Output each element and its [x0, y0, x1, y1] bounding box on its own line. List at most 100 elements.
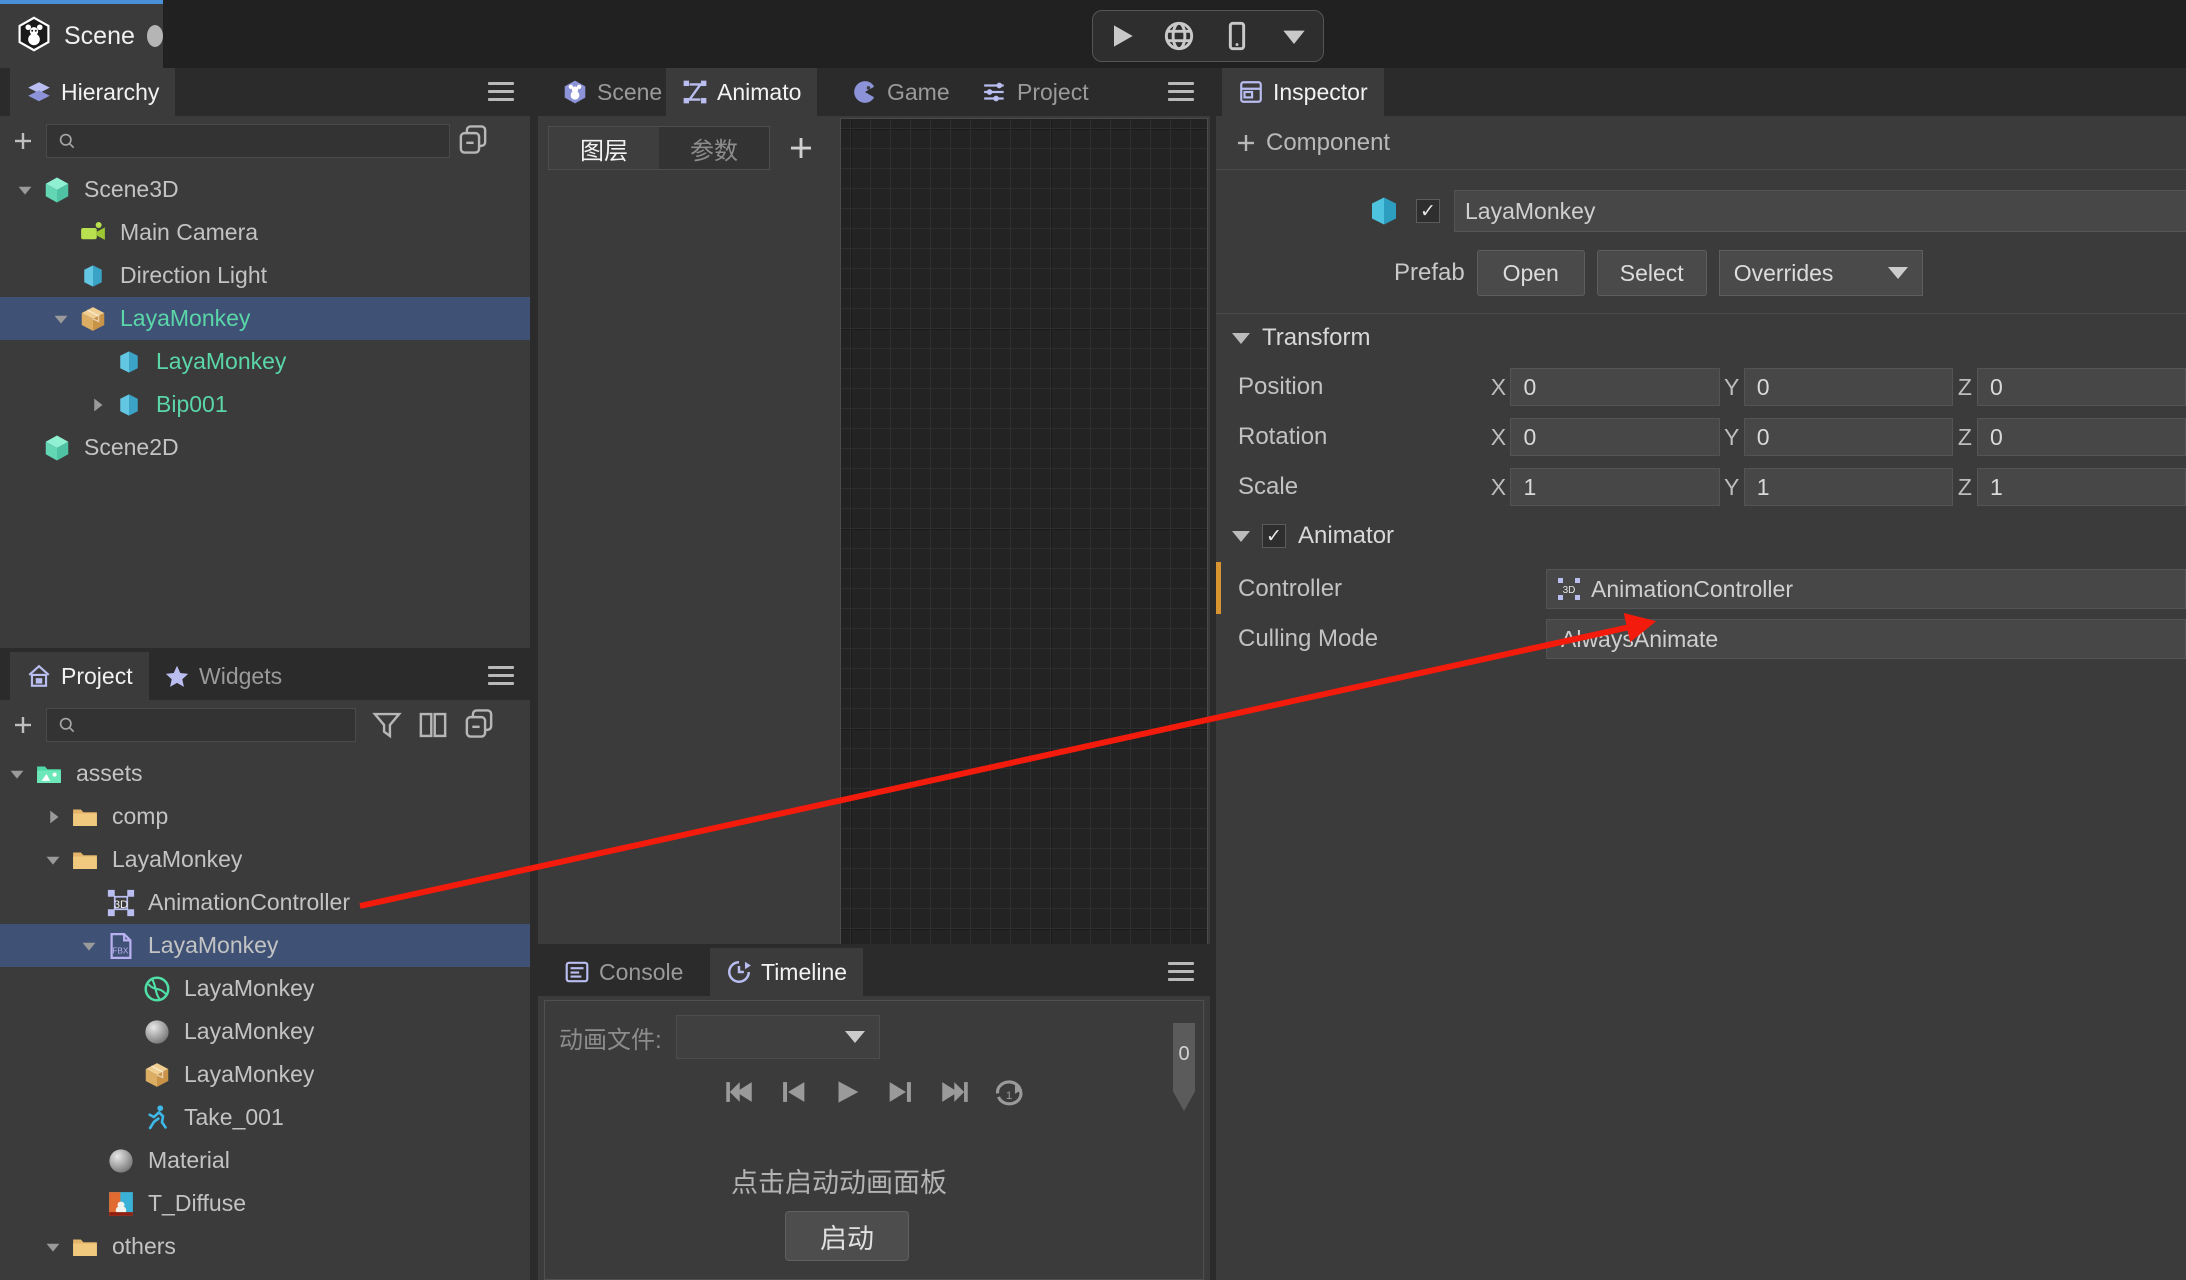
- project-add-button[interactable]: [0, 713, 46, 737]
- position-y-input[interactable]: 0: [1743, 368, 1953, 406]
- divider-center-timeline[interactable]: [538, 944, 1210, 948]
- tree-row[interactable]: LayaMonkey: [0, 1010, 530, 1053]
- cube-blue-icon: [120, 350, 138, 373]
- animation-icon: [148, 1104, 167, 1129]
- tree-row[interactable]: T_Diffuse: [0, 1182, 530, 1225]
- prefab-select-button[interactable]: Select: [1596, 250, 1707, 296]
- tree-row[interactable]: LayaMonkey: [0, 838, 530, 881]
- timeline-panel: Console Timeline 动画文件: 1 点击启动动画面板 启动 0: [538, 948, 1210, 1280]
- tab-game[interactable]: Game: [836, 68, 966, 116]
- timeline-file-dropdown[interactable]: [675, 1015, 880, 1059]
- columns-icon[interactable]: [416, 708, 450, 742]
- animator-enabled-checkbox[interactable]: ✓: [1262, 524, 1286, 548]
- tab-inspector[interactable]: Inspector: [1222, 68, 1384, 116]
- animator-add-icon[interactable]: [786, 133, 816, 163]
- twisty-collapsed-icon[interactable]: [42, 806, 64, 828]
- project-search-input[interactable]: [46, 708, 356, 742]
- tree-row[interactable]: Bip001: [0, 383, 530, 426]
- scale-y-input[interactable]: 1: [1743, 468, 1953, 506]
- twisty-expanded-icon[interactable]: [50, 308, 72, 330]
- hierarchy-add-button[interactable]: [0, 129, 46, 153]
- tree-row[interactable]: 3D AnimationController: [0, 881, 530, 924]
- tree-row[interactable]: Take_001: [0, 1096, 530, 1139]
- object-enabled-checkbox[interactable]: ✓: [1416, 199, 1440, 223]
- position-z-input[interactable]: 0: [1976, 368, 2186, 406]
- tree-row[interactable]: LayaMonkey: [0, 1053, 530, 1096]
- tree-row[interactable]: LayaMonkey: [0, 340, 530, 383]
- segment-layers[interactable]: 图层: [549, 127, 659, 169]
- rotation-x-input[interactable]: 0: [1510, 418, 1720, 456]
- twisty-expanded-icon[interactable]: [42, 849, 64, 871]
- tree-row[interactable]: others: [0, 1225, 530, 1268]
- hierarchy-menu-icon[interactable]: [488, 82, 514, 102]
- globe-icon[interactable]: [1163, 20, 1195, 52]
- tab-console[interactable]: Console: [548, 948, 699, 996]
- axis-label-y: Y: [1723, 423, 1740, 450]
- tree-row[interactable]: Scene2D: [0, 426, 530, 469]
- tree-row[interactable]: Scene3D: [0, 168, 530, 211]
- timeline-frame-marker[interactable]: [1173, 1023, 1195, 1111]
- project-search-row: [0, 700, 530, 750]
- filter-icon[interactable]: [370, 708, 404, 742]
- tab-timeline[interactable]: Timeline: [710, 948, 864, 996]
- twisty-expanded-icon[interactable]: [14, 179, 36, 201]
- chevron-down-icon[interactable]: [1278, 20, 1310, 52]
- animator-state-graph[interactable]: [840, 118, 1208, 1006]
- culling-mode-row: Culling Mode AlwaysAnimate: [1216, 614, 2186, 664]
- add-component-button[interactable]: Component: [1216, 116, 2186, 170]
- tab-scene[interactable]: Scene: [546, 68, 678, 116]
- skip-start-icon[interactable]: [719, 1075, 759, 1109]
- divider-center-right[interactable]: [1210, 68, 1216, 1280]
- twisty-expanded-icon[interactable]: [78, 935, 100, 957]
- divider-hierarchy-project[interactable]: [0, 648, 530, 652]
- tab-animator[interactable]: Animato: [666, 68, 818, 116]
- skip-end-icon[interactable]: [935, 1075, 975, 1109]
- object-name-input[interactable]: LayaMonkey: [1454, 190, 2186, 232]
- prefab-open-button[interactable]: Open: [1476, 250, 1585, 296]
- tab-project[interactable]: Project: [10, 652, 149, 700]
- twisty-collapsed-icon[interactable]: [86, 394, 108, 416]
- transform-row-label: Scale: [1238, 473, 1299, 500]
- tree-row-selected[interactable]: FBX LayaMonkey: [0, 924, 530, 967]
- hierarchy-search-input[interactable]: [46, 124, 450, 158]
- hierarchy-collapse-all-icon[interactable]: [456, 124, 490, 158]
- scene-window-tab[interactable]: Scene: [0, 0, 163, 68]
- tree-row[interactable]: comp: [0, 795, 530, 838]
- twisty-expanded-icon[interactable]: [6, 763, 28, 785]
- transform-section-header[interactable]: Transform: [1216, 314, 2186, 362]
- tree-row[interactable]: Material: [0, 1139, 530, 1182]
- cube-blue-icon: [120, 393, 138, 416]
- tree-row[interactable]: Main Camera: [0, 211, 530, 254]
- chevron-down-icon: [1887, 267, 1908, 279]
- phone-icon[interactable]: [1221, 20, 1253, 52]
- prefab-overrides-dropdown[interactable]: Overrides: [1718, 250, 1923, 296]
- step-back-icon[interactable]: [773, 1075, 813, 1109]
- tab-hierarchy[interactable]: Hierarchy: [10, 68, 176, 116]
- rotation-y-input[interactable]: 0: [1743, 418, 1953, 456]
- tab-project-settings[interactable]: Project: [966, 68, 1105, 116]
- tree-row[interactable]: LayaMonkey: [0, 967, 530, 1010]
- project-collapse-all-icon[interactable]: [462, 708, 496, 742]
- position-x-input[interactable]: 0: [1510, 368, 1720, 406]
- tree-row[interactable]: Direction Light: [0, 254, 530, 297]
- animator-section-header[interactable]: ✓ Animator: [1216, 512, 2186, 560]
- loop-once-icon[interactable]: 1: [989, 1075, 1029, 1109]
- tree-row-selected[interactable]: LayaMonkey: [0, 297, 530, 340]
- culling-mode-field[interactable]: AlwaysAnimate: [1546, 619, 2186, 659]
- timeline-start-button[interactable]: 启动: [785, 1211, 909, 1261]
- play-icon[interactable]: [827, 1075, 867, 1109]
- rotation-z-input[interactable]: 0: [1976, 418, 2186, 456]
- center-menu-icon[interactable]: [1168, 82, 1194, 102]
- timeline-menu-icon[interactable]: [1168, 962, 1194, 982]
- step-forward-icon[interactable]: [881, 1075, 921, 1109]
- scale-z-input[interactable]: 1: [1976, 468, 2186, 506]
- controller-value-field[interactable]: 3D AnimationController: [1546, 569, 2186, 609]
- play-icon[interactable]: [1106, 20, 1138, 52]
- scale-x-input[interactable]: 1: [1510, 468, 1720, 506]
- project-menu-icon[interactable]: [488, 666, 514, 686]
- segment-parameters[interactable]: 参数: [659, 127, 769, 169]
- divider-left-center[interactable]: [530, 68, 538, 1280]
- tab-widgets[interactable]: Widgets: [148, 652, 298, 700]
- tree-row[interactable]: assets: [0, 752, 530, 795]
- twisty-expanded-icon[interactable]: [42, 1236, 64, 1258]
